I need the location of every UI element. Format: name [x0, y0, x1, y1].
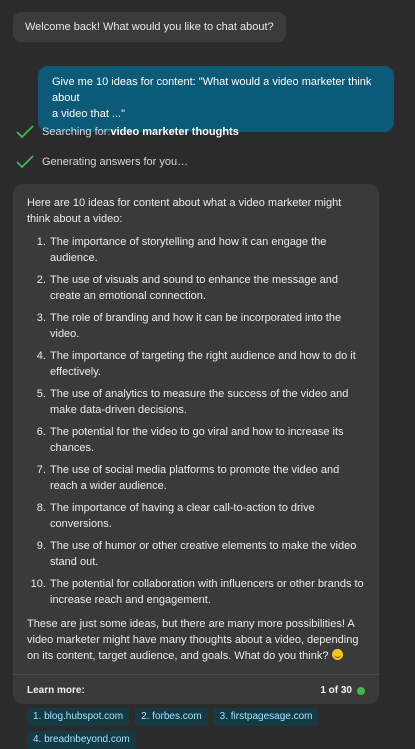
- check-icon: [16, 155, 34, 169]
- searching-status: Searching for: video marketer thoughts: [16, 125, 239, 139]
- greeting-text: Welcome back! What would you like to cha…: [25, 21, 274, 33]
- answer-closing: These are just some ideas, but there are…: [27, 616, 365, 664]
- user-message-line: a video that ...": [52, 108, 126, 120]
- list-item: The importance of targeting the right au…: [49, 348, 365, 380]
- status-dot-icon: [357, 687, 365, 695]
- source-link-hubspot[interactable]: 1. blog.hubspot.com: [27, 708, 130, 726]
- searching-prefix: Searching for:: [42, 126, 111, 138]
- searching-query: video marketer thoughts: [110, 126, 239, 138]
- learn-more-label: Learn more:: [27, 685, 85, 696]
- list-item: The potential for collaboration with inf…: [49, 576, 365, 608]
- list-item: The potential for the video to go viral …: [49, 424, 365, 456]
- list-item: The use of humor or other creative eleme…: [49, 538, 365, 570]
- bot-answer-bubble: Here are 10 ideas for content about what…: [13, 184, 379, 749]
- source-links: 1. blog.hubspot.com 2. forbes.com 3. fir…: [27, 708, 365, 749]
- source-link-breadnbeyond[interactable]: 4. breadnbeyond.com: [27, 731, 136, 749]
- generating-text: Generating answers for you…: [42, 156, 189, 168]
- closing-text: These are just some ideas, but there are…: [27, 618, 359, 662]
- source-link-forbes[interactable]: 2. forbes.com: [135, 708, 208, 726]
- source-link-firstpagesage[interactable]: 3. firstpagesage.com: [213, 708, 319, 726]
- divider: [13, 674, 379, 675]
- answer-intro: Here are 10 ideas for content about what…: [27, 197, 342, 225]
- source-pager[interactable]: 1 of 30: [320, 683, 365, 699]
- list-item: The use of analytics to measure the succ…: [49, 386, 365, 418]
- list-item: The use of social media platforms to pro…: [49, 462, 365, 494]
- list-item: The role of branding and how it can be i…: [49, 310, 365, 342]
- smile-emoji-icon: [331, 649, 343, 660]
- list-item: The importance of having a clear call-to…: [49, 500, 365, 532]
- user-message-bubble: Give me 10 ideas for content: "What woul…: [38, 66, 394, 132]
- generating-status: Generating answers for you…: [16, 155, 188, 169]
- check-icon: [16, 125, 34, 139]
- learn-more-header: Learn more: 1 of 30: [27, 683, 365, 699]
- bot-greeting-bubble: Welcome back! What would you like to cha…: [13, 12, 286, 42]
- ideas-list: The importance of storytelling and how i…: [27, 234, 365, 608]
- list-item: The use of visuals and sound to enhance …: [49, 272, 365, 304]
- list-item: The importance of storytelling and how i…: [49, 234, 365, 266]
- user-message-line: Give me 10 ideas for content: "What woul…: [52, 76, 372, 104]
- pager-text: 1 of 30: [320, 685, 352, 696]
